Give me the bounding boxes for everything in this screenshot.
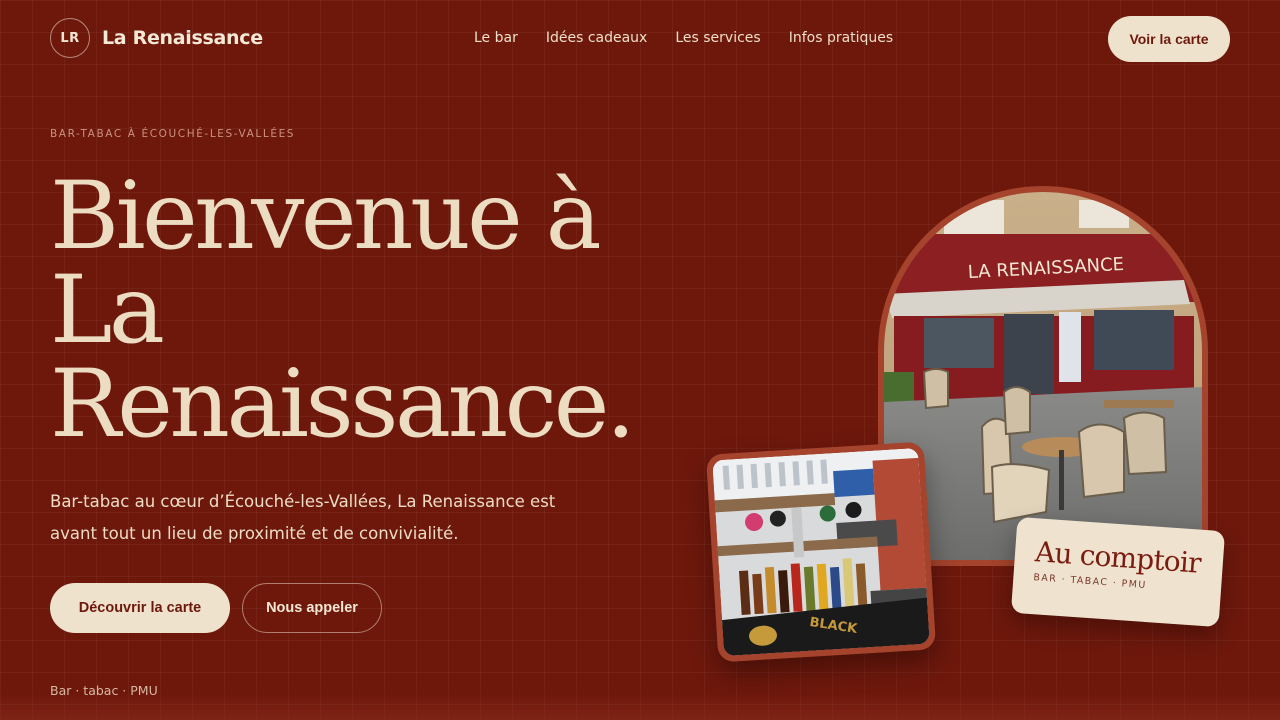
logo[interactable]: LR La Renaissance <box>50 18 263 58</box>
nav-item-infos-pratiques[interactable]: Infos pratiques <box>789 30 894 46</box>
nav-item-le-bar[interactable]: Le bar <box>474 30 518 46</box>
hero-tagline: Bar · tabac · PMU <box>50 683 158 698</box>
bottom-fade <box>0 694 1280 720</box>
hero-kicker: BAR-TABAC À ÉCOUCHÉ-LES-VALLÉES <box>50 128 296 140</box>
hero-lead: Bar-tabac au cœur d’Écouché-les-Vallées,… <box>50 492 556 543</box>
call-us-button[interactable]: Nous appeler <box>242 583 382 633</box>
hero-title: Bienvenue à La Renaissance. <box>50 170 670 452</box>
hero-title-line-3: Renaissance. <box>50 350 636 459</box>
discover-menu-button[interactable]: Découvrir la carte <box>50 583 230 633</box>
hero-title-line-1: Bienvenue à <box>50 162 602 271</box>
hero-title-line-2: La <box>50 256 165 365</box>
brand-name: La Renaissance <box>102 27 263 49</box>
logo-badge: LR <box>50 18 90 58</box>
main-nav: Le bar Idées cadeaux Les services Infos … <box>474 30 893 46</box>
bar-counter-photo: BLACK <box>705 441 937 663</box>
counter-label-card: Au comptoir BAR · TABAC · PMU <box>1010 516 1226 628</box>
storefront-photo: LA RENAISSANCE <box>884 192 1202 560</box>
nav-item-les-services[interactable]: Les services <box>675 30 760 46</box>
nav-item-idees-cadeaux[interactable]: Idées cadeaux <box>546 30 648 46</box>
view-menu-button[interactable]: Voir la carte <box>1108 16 1230 62</box>
